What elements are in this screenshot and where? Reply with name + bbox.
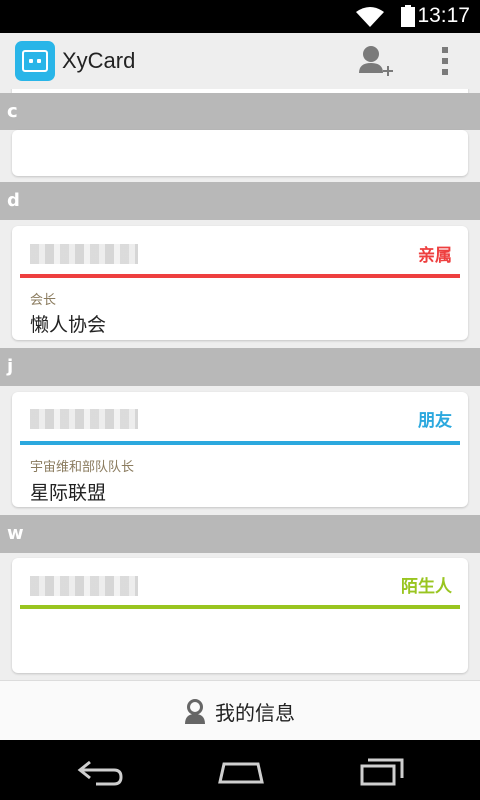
category-label: 陌生人 bbox=[401, 577, 452, 597]
battery-icon bbox=[401, 5, 415, 27]
contact-role: 会长 bbox=[30, 293, 57, 308]
recent-apps-icon[interactable] bbox=[358, 754, 408, 788]
system-nav-bar bbox=[0, 740, 480, 800]
contact-card[interactable]: 陌生人 bbox=[12, 558, 468, 673]
home-icon[interactable] bbox=[216, 754, 266, 788]
contact-card[interactable] bbox=[12, 130, 468, 176]
contact-role: 宇宙维和部队队长 bbox=[30, 460, 135, 475]
contact-list[interactable]: c d 亲属 会长 懒人协会 j 朋友 宇宙维和部队队长 星际联盟 w 陌生人 bbox=[0, 89, 480, 680]
app-title: XyCard bbox=[62, 48, 136, 73]
status-bar: 13:17 bbox=[0, 0, 480, 33]
contact-name-blurred bbox=[30, 409, 138, 429]
card-divider bbox=[20, 605, 460, 609]
contact-card[interactable]: 朋友 宇宙维和部队队长 星际联盟 bbox=[12, 392, 468, 507]
section-header-j: j bbox=[0, 348, 480, 386]
clock: 13:17 bbox=[417, 4, 470, 27]
section-header-d: d bbox=[0, 182, 480, 220]
contact-name-blurred bbox=[30, 576, 138, 596]
bottom-bar: 我的信息 bbox=[0, 680, 480, 740]
my-info-button[interactable]: 我的信息 bbox=[183, 697, 295, 725]
contact-organization: 星际联盟 bbox=[30, 482, 107, 504]
section-header-c: c bbox=[0, 93, 480, 130]
category-label: 朋友 bbox=[418, 411, 452, 431]
card-divider bbox=[20, 441, 460, 445]
my-info-label: 我的信息 bbox=[215, 700, 295, 725]
category-label: 亲属 bbox=[418, 246, 452, 266]
contact-name-blurred bbox=[30, 244, 138, 264]
contact-organization: 懒人协会 bbox=[30, 314, 107, 336]
card-divider bbox=[20, 274, 460, 278]
add-contact-icon[interactable] bbox=[356, 43, 394, 81]
overflow-menu-icon[interactable] bbox=[435, 45, 455, 77]
action-bar: XyCard bbox=[0, 33, 480, 89]
wifi-icon bbox=[356, 7, 384, 27]
app-logo-icon[interactable] bbox=[15, 41, 55, 81]
contact-card[interactable]: 亲属 会长 懒人协会 bbox=[12, 226, 468, 340]
section-header-w: w bbox=[0, 515, 480, 553]
person-icon bbox=[185, 699, 205, 724]
back-icon[interactable] bbox=[76, 754, 126, 788]
